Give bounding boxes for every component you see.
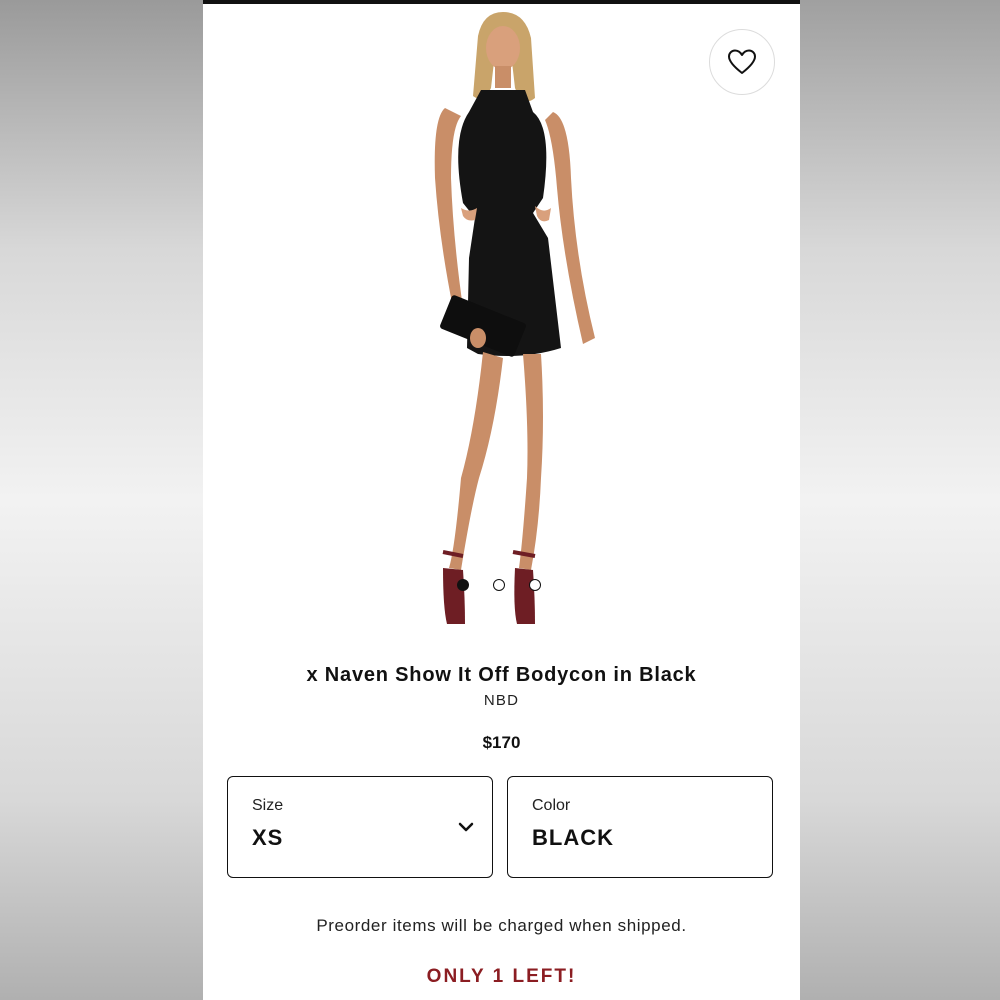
image-carousel-dots xyxy=(457,578,547,592)
color-label: Color xyxy=(532,797,571,814)
chevron-down-icon xyxy=(458,822,474,832)
size-value: XS xyxy=(252,825,284,850)
size-label: Size xyxy=(252,797,284,814)
product-screen: x Naven Show It Off Bodycon in Black NBD… xyxy=(203,0,800,1000)
color-select[interactable]: Color BLACK xyxy=(507,776,773,878)
product-price: $170 xyxy=(482,733,521,752)
carousel-dot-3[interactable] xyxy=(529,579,541,591)
favorite-button[interactable] xyxy=(709,29,775,95)
product-title: x Naven Show It Off Bodycon in Black xyxy=(306,664,697,686)
carousel-dot-1[interactable] xyxy=(457,579,469,591)
heart-icon xyxy=(728,49,756,74)
product-image[interactable] xyxy=(383,8,623,640)
product-brand[interactable]: NBD xyxy=(203,692,800,709)
color-value: BLACK xyxy=(532,825,614,850)
background-right-blur xyxy=(800,0,1000,1000)
stock-alert: ONLY 1 LEFT! xyxy=(426,966,577,987)
background-left-blur xyxy=(0,0,203,1000)
preorder-notice: Preorder items will be charged when ship… xyxy=(316,916,687,935)
top-status-bar xyxy=(203,0,800,4)
size-select[interactable]: Size XS xyxy=(227,776,493,878)
carousel-dot-2[interactable] xyxy=(493,579,505,591)
